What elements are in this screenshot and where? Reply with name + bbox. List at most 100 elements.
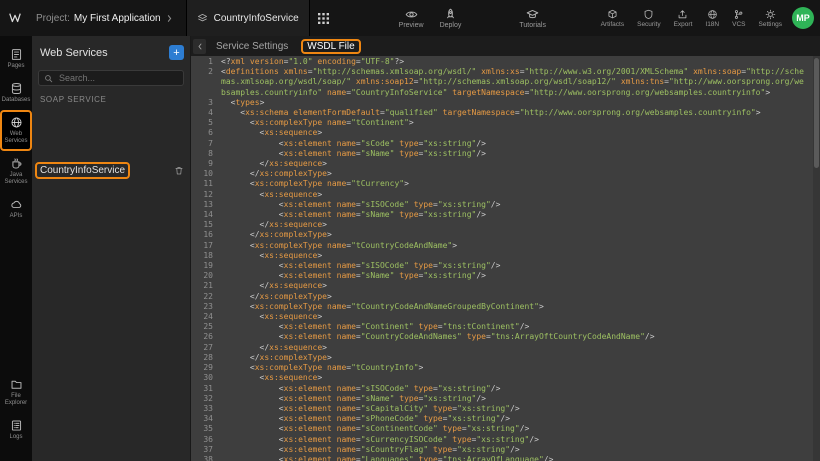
open-service-tab[interactable]: CountryInfoService	[186, 0, 310, 36]
code-line: 10 </xs:complexType>	[191, 169, 820, 179]
wsdl-editor[interactable]: 1<?xml version="1.0" encoding="UTF-8"?>2…	[191, 56, 820, 461]
line-number: 34	[191, 414, 221, 424]
search-input[interactable]	[57, 72, 178, 84]
export-button[interactable]: Export	[674, 9, 693, 28]
deploy-rocket-icon	[444, 8, 457, 21]
java-coffee-icon	[10, 157, 23, 170]
sidebar-item-apis[interactable]: APIs	[1, 193, 31, 225]
i18n-globe-icon	[707, 9, 718, 20]
code-line: 11 <xs:complexType name="tCurrency">	[191, 179, 820, 189]
export-icon	[677, 9, 688, 20]
settings-button[interactable]: Settings	[759, 9, 783, 28]
sidebar-item-databases[interactable]: Databases	[1, 77, 31, 109]
user-avatar[interactable]: MP	[792, 7, 814, 29]
search-box[interactable]	[38, 70, 184, 86]
tabs-bar: Service Settings WSDL File	[191, 36, 820, 56]
list-item-countryinfoservice[interactable]: CountryInfoService	[32, 161, 190, 180]
grid-icon[interactable]	[318, 13, 329, 24]
panel-header: Web Services +	[32, 36, 190, 64]
line-number: 12	[191, 190, 221, 200]
code-text: <xs:element name="sName" type="xs:string…	[221, 271, 820, 281]
apis-cloud-icon	[10, 198, 23, 211]
code-line: 28 </xs:complexType>	[191, 353, 820, 363]
code-line: 5 <xs:complexType name="tContinent">	[191, 118, 820, 128]
code-line: 29 <xs:complexType name="tCountryInfo">	[191, 363, 820, 373]
database-icon	[10, 82, 23, 95]
vcs-label: VCS	[732, 21, 745, 28]
sidebar-item-web-services[interactable]: Web Services	[1, 111, 31, 150]
scrollbar-thumb[interactable]	[814, 58, 819, 168]
line-number: 32	[191, 394, 221, 404]
code-line: 23 <xs:complexType name="tCountryCodeAnd…	[191, 302, 820, 312]
code-text: <?xml version="1.0" encoding="UTF-8"?>	[221, 57, 820, 67]
editor-scrollbar[interactable]	[813, 56, 820, 461]
tab-wsdl-file[interactable]: WSDL File	[302, 40, 359, 53]
sidebar-item-pages[interactable]: Pages	[1, 43, 31, 75]
code-text: </xs:complexType>	[221, 169, 820, 179]
code-text: <xs:sequence>	[221, 251, 820, 261]
topbar-actions: Preview Deploy Tutorials	[399, 8, 546, 29]
line-number: 36	[191, 435, 221, 445]
line-number: 7	[191, 139, 221, 149]
code-text: </xs:complexType>	[221, 353, 820, 363]
web-services-panel: Web Services + SOAP SERVICE CountryInfoS…	[32, 36, 191, 461]
service-item-label[interactable]: CountryInfoService	[36, 163, 129, 178]
code-text: <xs:element name="CountryCodeAndNames" t…	[221, 332, 820, 342]
project-name[interactable]: My First Application	[74, 13, 161, 24]
sidebar-item-logs[interactable]: Logs	[1, 414, 31, 446]
code-line: 17 <xs:complexType name="tCountryCodeAnd…	[191, 241, 820, 251]
vcs-button[interactable]: VCS	[732, 9, 745, 28]
line-number: 4	[191, 108, 221, 118]
code-text: <xs:complexType name="tCountryCodeAndNam…	[221, 302, 820, 312]
export-label: Export	[674, 21, 693, 28]
preview-eye-icon	[405, 8, 418, 21]
code-line: 16 </xs:complexType>	[191, 230, 820, 240]
tab-service-settings[interactable]: Service Settings	[208, 39, 296, 54]
security-shield-icon	[643, 9, 654, 20]
settings-gear-icon	[765, 9, 776, 20]
code-line: 25 <xs:element name="Continent" type="tn…	[191, 322, 820, 332]
i18n-button[interactable]: I18N	[705, 9, 719, 28]
code-line: 38 <xs:element name="Languages" type="tn…	[191, 455, 820, 461]
wavemaker-logo[interactable]	[0, 0, 30, 36]
add-service-button[interactable]: +	[169, 45, 184, 60]
code-text: <xs:complexType name="tCountryInfo">	[221, 363, 820, 373]
project-label: Project:	[36, 13, 70, 24]
logs-icon	[10, 419, 23, 432]
code-line: 21 </xs:sequence>	[191, 281, 820, 291]
code-text: <xs:element name="sISOCode" type="xs:str…	[221, 261, 820, 271]
code-line: 6 <xs:sequence>	[191, 128, 820, 138]
collapse-panel-button[interactable]	[193, 39, 206, 54]
code-text: </xs:sequence>	[221, 159, 820, 169]
line-number: 38	[191, 455, 221, 461]
preview-button[interactable]: Preview	[399, 8, 424, 29]
sidebar-item-file-explorer[interactable]: File Explorer	[1, 373, 31, 412]
deploy-button[interactable]: Deploy	[440, 8, 462, 29]
line-number: 30	[191, 373, 221, 383]
line-number: 37	[191, 445, 221, 455]
sidebar-item-java-services[interactable]: Java Services	[1, 152, 31, 191]
tutorials-cap-icon	[526, 8, 539, 21]
code-line: 12 <xs:sequence>	[191, 190, 820, 200]
line-number: 24	[191, 312, 221, 322]
artifacts-button[interactable]: Artifacts	[601, 9, 624, 28]
line-number: 17	[191, 241, 221, 251]
line-number: 5	[191, 118, 221, 128]
security-button[interactable]: Security	[637, 9, 660, 28]
sidebar-item-label: Logs	[1, 434, 31, 441]
line-number: 11	[191, 179, 221, 189]
tutorials-button[interactable]: Tutorials	[519, 8, 546, 29]
line-number: 10	[191, 169, 221, 179]
trash-icon[interactable]	[174, 165, 184, 176]
code-text: <xs:element name="sName" type="xs:string…	[221, 394, 820, 404]
code-text: <types>	[221, 98, 820, 108]
open-service-tab-label: CountryInfoService	[214, 13, 299, 24]
code-text: </xs:sequence>	[221, 281, 820, 291]
code-text: <xs:element name="sContinentCode" type="…	[221, 424, 820, 434]
code-area: 1<?xml version="1.0" encoding="UTF-8"?>2…	[191, 57, 820, 461]
code-text: <xs:element name="sCapitalCity" type="xs…	[221, 404, 820, 414]
chevron-right-icon[interactable]	[165, 14, 174, 23]
code-text: <definitions xmlns="http://schemas.xmlso…	[221, 67, 820, 98]
line-number: 13	[191, 200, 221, 210]
main-content: Service Settings WSDL File 1<?xml versio…	[191, 36, 820, 461]
